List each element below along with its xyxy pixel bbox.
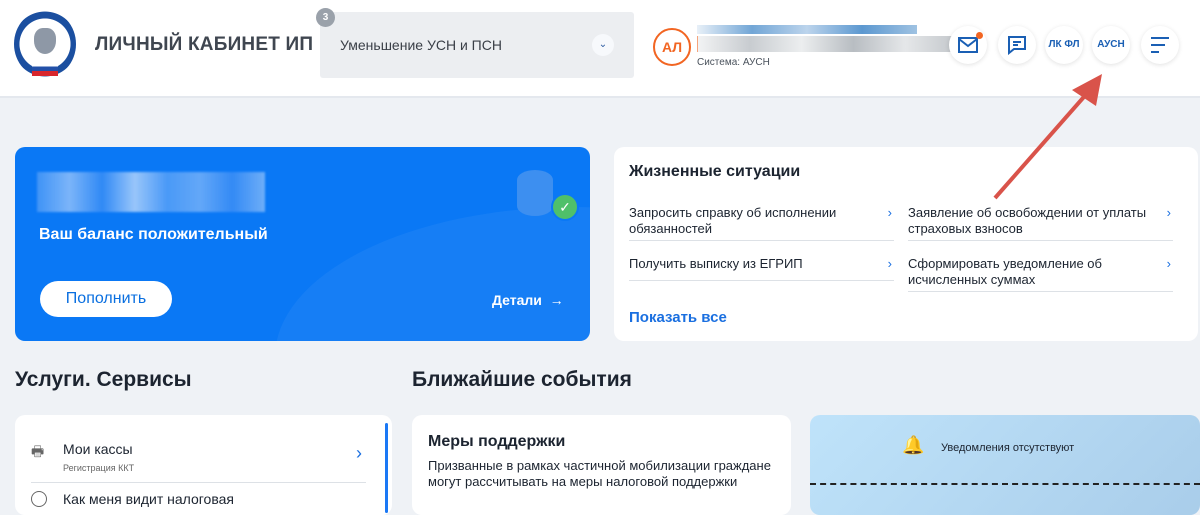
card-text: Призванные в рамках частичной мобилизаци… bbox=[428, 458, 771, 489]
life-item[interactable]: Заявление об освобождении от уплаты стра… bbox=[908, 205, 1173, 241]
life-item[interactable]: Получить выписку из ЕГРИП › bbox=[629, 256, 894, 281]
step-badge: 3 bbox=[316, 8, 335, 27]
chat-icon bbox=[1008, 36, 1026, 56]
scrollbar[interactable] bbox=[385, 423, 388, 513]
life-situations-card: Жизненные ситуации Запросить справку об … bbox=[614, 147, 1198, 341]
topup-button[interactable]: Пополнить bbox=[40, 281, 172, 317]
system-label: Система: АУСН bbox=[697, 57, 770, 68]
chevron-right-icon: › bbox=[356, 443, 362, 463]
life-item-label: Сформировать уведомление об исчисленных … bbox=[908, 256, 1102, 287]
coins-icon bbox=[517, 170, 553, 216]
avatar[interactable]: АЛ bbox=[653, 28, 691, 66]
person-icon bbox=[31, 491, 47, 507]
cash-register-icon: 🖶 bbox=[31, 443, 45, 459]
mail-button[interactable] bbox=[949, 26, 987, 64]
life-item-label: Получить выписку из ЕГРИП bbox=[629, 256, 803, 271]
balance-amount-blurred bbox=[37, 172, 265, 212]
notifications-panel: 🔔 Уведомления отсутствуют bbox=[810, 415, 1200, 515]
details-label: Детали bbox=[492, 292, 542, 308]
menu-icon bbox=[1151, 37, 1169, 53]
show-all-link[interactable]: Показать все bbox=[629, 309, 727, 326]
lk-fl-button[interactable]: ЛК ФЛ bbox=[1045, 26, 1083, 64]
service-label: Мои кассы bbox=[63, 441, 133, 457]
check-icon: ✓ bbox=[551, 193, 579, 221]
chevron-right-icon: › bbox=[887, 256, 892, 271]
card-title: Меры поддержки bbox=[428, 433, 566, 450]
life-item[interactable]: Запросить справку об исполнении обязанно… bbox=[629, 205, 894, 241]
divider bbox=[810, 483, 1200, 485]
chevron-right-icon: › bbox=[1166, 205, 1171, 220]
chat-button[interactable] bbox=[998, 26, 1036, 64]
notifications-empty: Уведомления отсутствуют bbox=[941, 442, 1075, 454]
balance-card: ✓ Ваш баланс положительный Пополнить Дет… bbox=[15, 147, 590, 341]
app-title: ЛИЧНЫЙ КАБИНЕТ ИП bbox=[95, 34, 314, 55]
bell-off-icon: 🔔 bbox=[902, 435, 925, 455]
service-label: Как меня видит налоговая bbox=[63, 491, 234, 507]
mail-icon bbox=[958, 37, 978, 53]
life-item-label: Запросить справку об исполнении обязанно… bbox=[629, 205, 837, 236]
ausn-button[interactable]: АУСН bbox=[1092, 26, 1130, 64]
mode-select[interactable]: Уменьшение УСН и ПСН ⌄ bbox=[320, 12, 634, 78]
chevron-right-icon: › bbox=[1166, 256, 1171, 271]
service-item-cash-registers[interactable]: 🖶 Мои кассы Регистрация ККТ › bbox=[31, 439, 366, 483]
services-title: Услуги. Сервисы bbox=[15, 368, 192, 391]
events-title: Ближайшие события bbox=[412, 368, 632, 391]
service-sub: Регистрация ККТ bbox=[63, 463, 135, 473]
arrow-right-icon: → bbox=[545, 292, 564, 308]
header: ЛИЧНЫЙ КАБИНЕТ ИП Уменьшение УСН и ПСН ⌄… bbox=[0, 0, 1200, 98]
user-inn-blurred bbox=[697, 36, 957, 52]
balance-status: Ваш баланс положительный bbox=[39, 226, 268, 243]
user-name-blurred bbox=[697, 25, 917, 34]
life-item-label: Заявление об освобождении от уплаты стра… bbox=[908, 205, 1147, 236]
details-link[interactable]: Детали → bbox=[492, 292, 564, 308]
chevron-down-icon[interactable]: ⌄ bbox=[592, 34, 614, 56]
life-item[interactable]: Сформировать уведомление об исчисленных … bbox=[908, 256, 1173, 292]
mode-select-value: Уменьшение УСН и ПСН bbox=[340, 37, 502, 53]
support-measures-card[interactable]: Меры поддержки Призванные в рамках части… bbox=[412, 415, 791, 515]
life-title: Жизненные ситуации bbox=[629, 163, 801, 180]
services-card: 🖶 Мои кассы Регистрация ККТ › Как меня в… bbox=[15, 415, 392, 515]
unread-dot bbox=[976, 32, 983, 39]
chevron-right-icon: › bbox=[887, 205, 892, 220]
menu-button[interactable] bbox=[1141, 26, 1179, 64]
fns-logo[interactable] bbox=[14, 10, 76, 78]
